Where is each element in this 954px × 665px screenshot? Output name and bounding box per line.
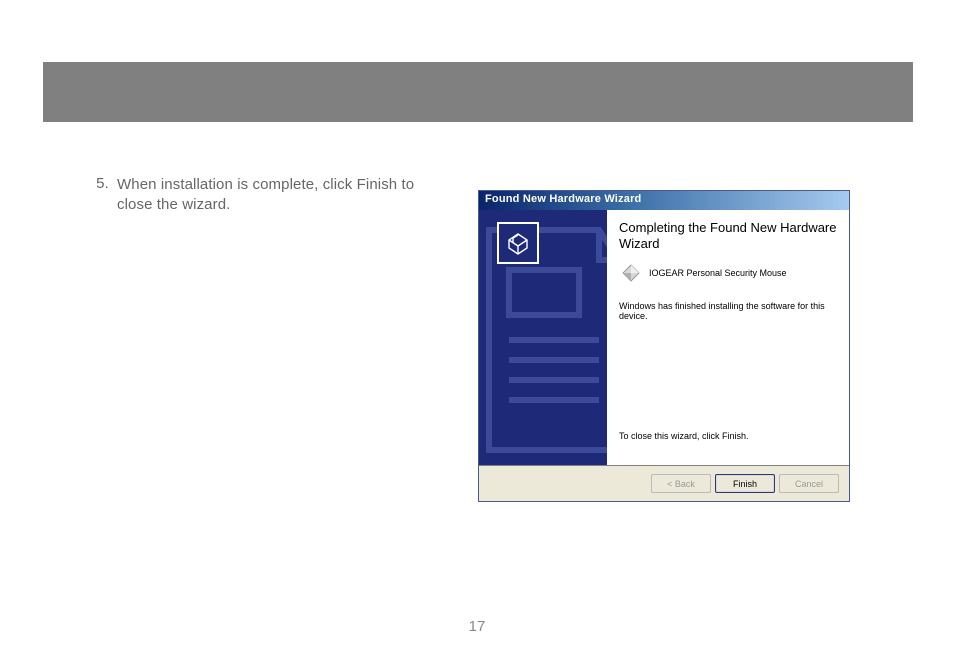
device-row: IOGEAR Personal Security Mouse [621, 263, 837, 283]
page-number: 17 [469, 618, 486, 635]
dialog-body: Completing the Found New Hardware Wizard… [479, 210, 849, 465]
back-button: < Back [651, 474, 711, 493]
dialog-sidebar-graphic [479, 210, 607, 465]
finished-message: Windows has finished installing the soft… [619, 301, 837, 321]
dialog-button-row: < Back Finish Cancel [479, 466, 849, 501]
instruction-step: 5. When installation is complete, click … [95, 175, 450, 214]
dialog-titlebar: Found New Hardware Wizard [479, 191, 849, 210]
device-name-label: IOGEAR Personal Security Mouse [649, 268, 787, 278]
hardware-wizard-dialog: Found New Hardware Wizard [478, 190, 850, 502]
finish-button[interactable]: Finish [715, 474, 775, 493]
header-bar [43, 62, 913, 122]
device-chip-icon [621, 263, 641, 283]
dialog-content: Completing the Found New Hardware Wizard… [607, 210, 849, 465]
step-number: 5. [95, 175, 109, 214]
wizard-hardware-icon [497, 222, 539, 264]
step-text: When installation is complete, click Fin… [117, 175, 450, 214]
cancel-button: Cancel [779, 474, 839, 493]
close-instruction-text: To close this wizard, click Finish. [619, 431, 837, 441]
dialog-heading: Completing the Found New Hardware Wizard [619, 220, 837, 253]
